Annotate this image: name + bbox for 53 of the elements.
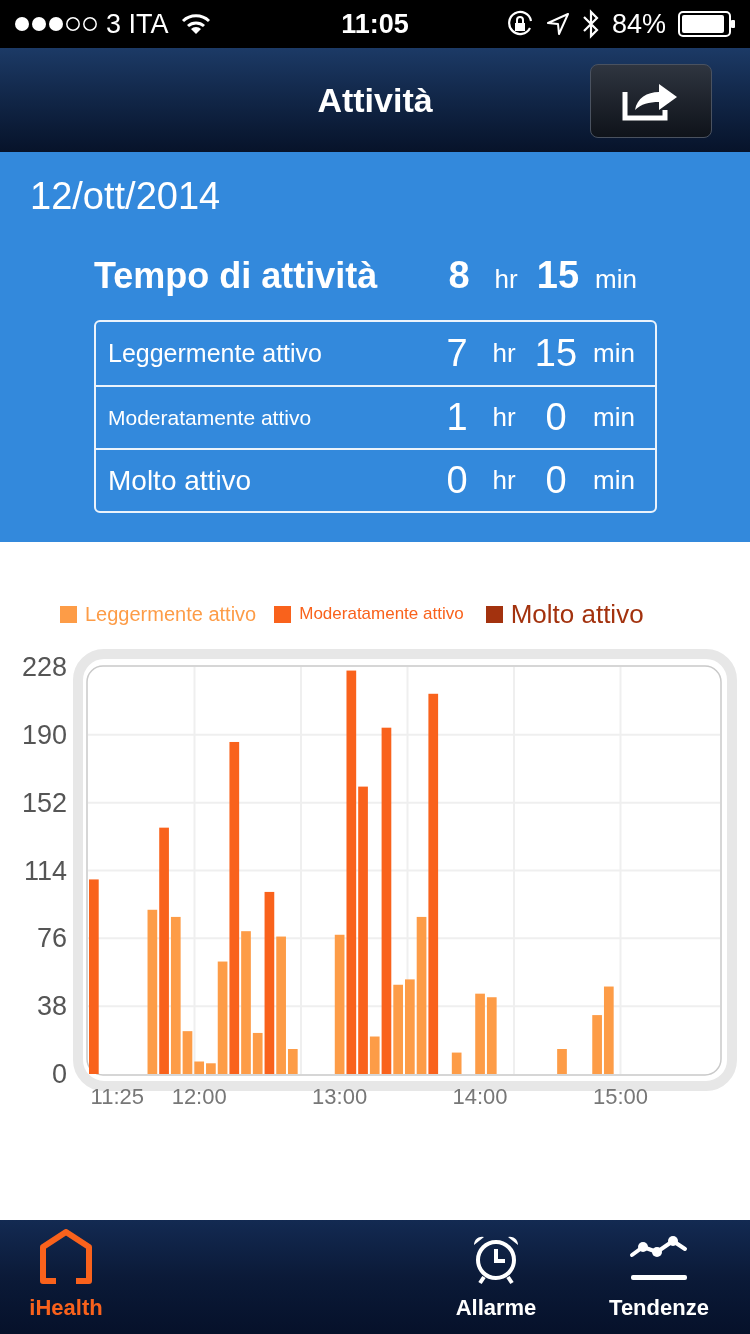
y-tick-label: 114	[23, 855, 67, 886]
bar	[451, 1052, 462, 1074]
y-tick-label: 38	[36, 991, 67, 1022]
minutes-unit: min	[592, 401, 636, 434]
clock-label: 11:05	[341, 8, 409, 39]
minutes-value: 15	[535, 253, 581, 298]
screen-title: Attività	[317, 79, 433, 121]
y-tick-label: 190	[21, 719, 67, 750]
minutes-value: 0	[544, 395, 568, 440]
tab-bar-item[interactable]: Tendenze	[579, 1220, 739, 1334]
y-tick-label: 0	[51, 1059, 67, 1089]
bluetooth-icon	[581, 9, 600, 39]
hours-unit: hr	[491, 337, 517, 370]
minutes-unit: min	[592, 337, 636, 370]
minutes-unit: min	[594, 263, 638, 296]
hours-value: 0	[445, 458, 469, 503]
share-button[interactable]	[590, 64, 712, 138]
x-tick-label: 11:25	[90, 1084, 144, 1109]
x-tick-label: 13:00	[312, 1084, 368, 1109]
house-icon	[38, 1229, 94, 1285]
tab-bar-item[interactable]: Allarme	[431, 1220, 561, 1334]
carrier-label: 3 ITA	[106, 7, 169, 41]
battery-icon	[678, 11, 736, 37]
rotation-lock-icon	[505, 10, 534, 38]
tab-bar-item[interactable]: iHealth	[0, 1220, 132, 1334]
location-icon	[545, 12, 570, 36]
y-tick-label: 228	[21, 652, 67, 682]
x-tick-label: 15:00	[593, 1084, 649, 1109]
x-tick-label: 14:00	[452, 1084, 508, 1109]
bar	[557, 1049, 567, 1074]
minutes-value: 0	[544, 458, 568, 503]
battery-percentage: 84%	[611, 7, 666, 41]
y-tick-label: 76	[36, 923, 67, 954]
hours-value: 8	[447, 253, 471, 298]
legend-label: Leggermente attivo	[85, 602, 257, 627]
hours-value: 7	[445, 331, 469, 376]
y-tick-label: 152	[21, 787, 67, 818]
summary-label: Tempo di attività	[94, 254, 379, 298]
hours-unit: hr	[491, 401, 517, 434]
minutes-unit: min	[592, 464, 636, 497]
legend-label: Molto attivo	[510, 597, 644, 631]
minutes-value: 15	[533, 331, 579, 376]
signal-icon	[14, 15, 100, 33]
activity-label: Leggermente attivo	[108, 337, 324, 369]
date-label: 12/ott/2014	[30, 174, 222, 219]
legend-label: Moderatamente attivo	[299, 603, 464, 626]
hours-unit: hr	[491, 464, 517, 497]
hours-value: 1	[445, 395, 469, 440]
wifi-icon	[180, 13, 211, 35]
activity-label: Moderatamente attivo	[108, 404, 313, 431]
activity-label: Molto attivo	[108, 463, 253, 498]
hours-unit: hr	[493, 263, 519, 296]
x-tick-label: 12:00	[171, 1084, 227, 1109]
